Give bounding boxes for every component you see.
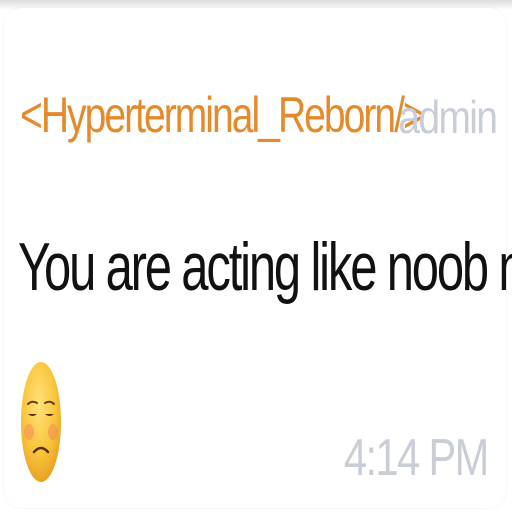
message-bubble[interactable]: <Hyperterminal_Reborn/> admin You are ac… — [4, 8, 512, 508]
admin-badge: admin — [397, 91, 498, 143]
sender-name[interactable]: <Hyperterminal_Reborn/> — [20, 86, 426, 144]
message-timestamp: 4:14 PM — [344, 429, 489, 487]
message-header: <Hyperterminal_Reborn/> admin — [20, 86, 500, 176]
unamused-face-icon — [21, 362, 61, 482]
chat-screen: <Hyperterminal_Reborn/> admin You are ac… — [0, 0, 512, 512]
message-text: You are acting like noob now — [18, 229, 512, 305]
